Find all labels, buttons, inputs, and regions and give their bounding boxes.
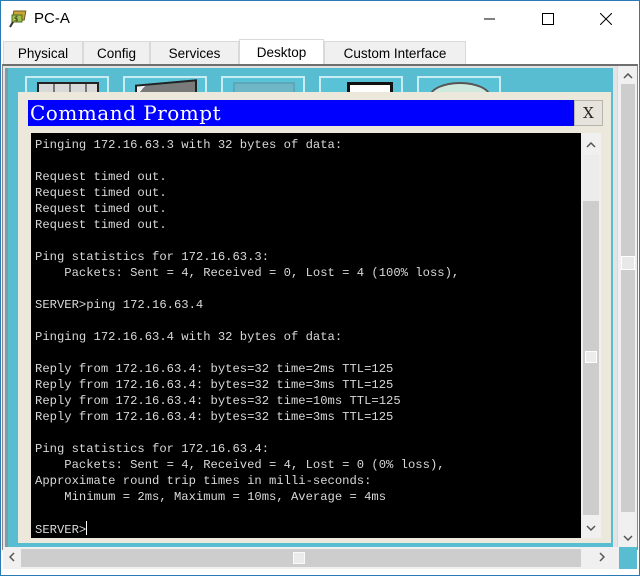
tab-config[interactable]: Config xyxy=(83,41,150,64)
terminal-line: Minimum = 2ms, Maximum = 10ms, Average =… xyxy=(35,490,387,504)
terminal-line: Approximate round trip times in milli-se… xyxy=(35,474,372,488)
terminal-scroll-track-upper[interactable] xyxy=(583,155,599,201)
command-prompt-title: Command Prompt xyxy=(30,101,222,125)
pc-a-window: $ PC-A Physical Config Services Desktop … xyxy=(0,0,640,576)
tab-desktop[interactable]: Desktop xyxy=(239,39,324,64)
chevron-right-icon xyxy=(599,549,606,567)
terminal-scroll-thumb[interactable] xyxy=(585,351,597,363)
terminal-line: Packets: Sent = 4, Received = 4, Lost = … xyxy=(35,458,445,472)
chevron-up-icon xyxy=(586,135,596,153)
terminal-line: Pinging 172.16.63.3 with 32 bytes of dat… xyxy=(35,138,343,152)
terminal-prompt: SERVER> xyxy=(35,523,87,537)
terminal-line: Request timed out. xyxy=(35,186,167,200)
chevron-down-icon xyxy=(623,528,633,546)
maximize-button[interactable] xyxy=(525,1,571,37)
terminal-line: Request timed out. xyxy=(35,218,167,232)
terminal-line: Reply from 172.16.63.4: bytes=32 time=10… xyxy=(35,394,401,408)
tab-custom-interface[interactable]: Custom Interface xyxy=(324,41,466,64)
scrollbar-corner xyxy=(619,547,637,569)
window-title: PC-A xyxy=(34,10,70,27)
horizontal-scroll-thumb[interactable] xyxy=(293,552,305,564)
minimize-button[interactable] xyxy=(467,1,513,37)
tab-bar: Physical Config Services Desktop Custom … xyxy=(1,39,639,64)
scroll-right-button[interactable] xyxy=(593,547,611,569)
terminal-line: Reply from 172.16.63.4: bytes=32 time=3m… xyxy=(35,410,394,424)
chevron-down-icon xyxy=(586,518,596,536)
svg-text:$: $ xyxy=(14,15,18,23)
terminal-line: Ping statistics for 172.16.63.3: xyxy=(35,250,270,264)
scroll-down-button[interactable] xyxy=(618,528,638,546)
desktop-vertical-scrollbar[interactable] xyxy=(617,66,637,550)
terminal-line: Ping statistics for 172.16.63.4: xyxy=(35,442,270,456)
maximize-icon xyxy=(542,13,554,25)
terminal-scroll-down-button[interactable] xyxy=(581,516,601,538)
scroll-left-button[interactable] xyxy=(3,547,21,569)
terminal-line: Request timed out. xyxy=(35,202,167,216)
terminal-line: Pinging 172.16.63.4 with 32 bytes of dat… xyxy=(35,330,343,344)
minimize-icon xyxy=(484,13,496,25)
command-prompt-close-button[interactable]: X xyxy=(574,100,603,126)
title-bar: $ PC-A xyxy=(1,1,639,39)
terminal-vertical-scrollbar[interactable] xyxy=(581,133,601,538)
terminal-prompt-line[interactable]: SERVER> xyxy=(35,521,459,537)
terminal-line: SERVER>ping 172.16.63.4 xyxy=(35,298,204,312)
text-cursor xyxy=(86,521,88,535)
chevron-up-icon xyxy=(623,66,633,84)
close-button[interactable] xyxy=(583,1,629,37)
terminal-line: Packets: Sent = 4, Received = 0, Lost = … xyxy=(35,266,460,280)
terminal-scroll-up-button[interactable] xyxy=(581,133,601,155)
scroll-track[interactable] xyxy=(621,84,635,512)
tab-services[interactable]: Services xyxy=(150,41,239,64)
desktop-horizontal-scrollbar[interactable] xyxy=(3,547,619,569)
command-prompt-window: Command Prompt X Pinging 172.16.63.3 wit… xyxy=(18,92,611,543)
packet-tracer-pc-icon: $ xyxy=(9,10,29,28)
terminal-line: Reply from 172.16.63.4: bytes=32 time=2m… xyxy=(35,362,394,376)
terminal-output[interactable]: Pinging 172.16.63.3 with 32 bytes of dat… xyxy=(31,133,581,538)
terminal-line: Request timed out. xyxy=(35,170,167,184)
tab-physical[interactable]: Physical xyxy=(3,41,83,64)
terminal-line: Reply from 172.16.63.4: bytes=32 time=3m… xyxy=(35,378,394,392)
command-prompt-title-bar: Command Prompt xyxy=(28,100,574,126)
scroll-thumb[interactable] xyxy=(621,256,635,270)
chevron-left-icon xyxy=(8,549,15,567)
close-icon xyxy=(600,13,612,25)
scroll-up-button[interactable] xyxy=(618,66,638,84)
terminal-text: Pinging 172.16.63.3 with 32 bytes of dat… xyxy=(35,137,459,537)
